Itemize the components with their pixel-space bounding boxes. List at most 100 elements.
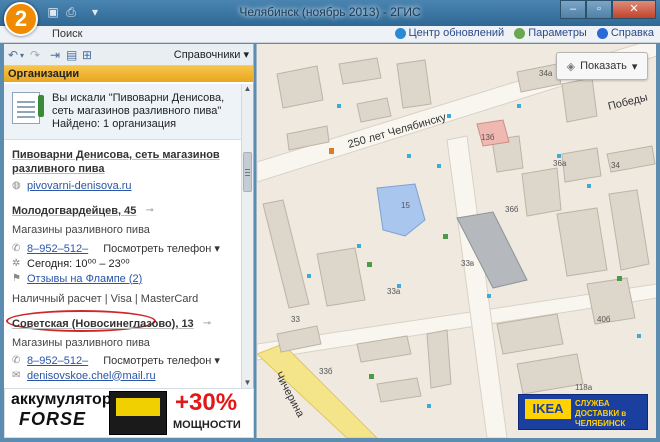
search-query: Вы искали "Пивоварни Денисова, сеть мага… — [52, 92, 225, 117]
website-row: ◍ pivovarni-denisova.ru — [12, 178, 240, 193]
search-tab[interactable]: Поиск — [52, 28, 82, 40]
results-panel: ↶ ▾ ↷ ⇥ ▤ ⊞ Справочники ▾ Организации Вы… — [4, 44, 254, 388]
save-icon[interactable]: ▣ — [46, 5, 60, 19]
flamp-reviews-link[interactable]: Отзывы на Флампе (2) — [27, 273, 142, 285]
directories-label: Справочники — [173, 49, 241, 61]
phone-icon: ✆ — [12, 242, 21, 254]
building-label: 33в — [461, 259, 474, 268]
banner-percent: +30% — [175, 389, 238, 416]
results-content: Пивоварни Денисова, сеть магазинов разли… — [12, 148, 240, 383]
titlebar: 2 ▣ ⎙ ▾ Челябинск (ноябрь 2013) - 2ГИС –… — [0, 0, 660, 36]
directories-dropdown[interactable]: Справочники ▾ — [174, 48, 249, 61]
branch1-hours-row: ✲ Сегодня: 10⁰⁰ – 23⁰⁰ — [12, 256, 240, 271]
battery-image — [109, 391, 167, 435]
branch2-phone[interactable]: 8–952–512– — [27, 355, 88, 367]
show-phone-label: Посмотреть телефон — [103, 355, 212, 367]
building-label: 33б — [319, 367, 333, 376]
settings-link[interactable]: Параметры — [514, 27, 587, 39]
show-phone-label: Посмотреть телефон — [103, 243, 212, 255]
flag-icon: ⚑ — [12, 272, 21, 284]
building-label: 36а — [553, 159, 567, 168]
phone-icon: ✆ — [12, 354, 21, 366]
help-link[interactable]: Справка — [596, 27, 654, 39]
branch2-show-phone[interactable]: Посмотреть телефон ▾ — [103, 354, 220, 367]
branch2-phone-row: ✆ 8–952–512– Посмотреть телефон ▾ — [12, 353, 240, 368]
building-label: 33 — [291, 315, 300, 324]
scroll-down-button[interactable]: ▼ — [242, 378, 253, 388]
website-link[interactable]: pivovarni-denisova.ru — [27, 180, 132, 192]
layers-icon: ◈ — [566, 60, 576, 73]
mail-icon: ✉ — [12, 369, 21, 381]
building-label: 34 — [611, 161, 620, 170]
building-label: 15 — [401, 201, 410, 210]
building-label: 13б — [481, 133, 495, 142]
branch1-reviews-row: ⚑ Отзывы на Флампе (2) — [12, 271, 240, 286]
section-header: Организации — [4, 66, 253, 82]
building-label: 34а — [539, 69, 553, 78]
app-logo[interactable]: 2 — [4, 2, 38, 36]
ad-banner-forse[interactable]: аккумулятор FORSE +30% МОЩНОСТИ — [4, 388, 254, 438]
thumb-grip — [245, 169, 250, 170]
branch1-phone-row: ✆ 8–952–512– Посмотреть телефон ▾ — [12, 241, 240, 256]
list-icon[interactable]: ▤ — [66, 48, 77, 62]
window-controls: – ▫ ✕ — [560, 0, 656, 19]
minimize-button[interactable]: – — [560, 0, 586, 19]
help-label: Справка — [610, 27, 654, 39]
search-summary: Вы искали "Пивоварни Денисова, сеть мага… — [4, 84, 242, 140]
branch2-email[interactable]: denisovskoe.chel@mail.ru — [27, 370, 156, 382]
building-label: 36б — [505, 205, 519, 214]
ad-banner-ikea[interactable]: IKEA СЛУЖБА ДОСТАВКИ в ЧЕЛЯБИНСК — [518, 394, 648, 430]
branch2-address[interactable]: Советская (Новосинеглазово), 13 — [12, 318, 194, 330]
pin-icon[interactable]: ⊸ — [145, 205, 153, 216]
show-label: Показать — [580, 60, 627, 72]
clock-icon: ✲ — [12, 257, 21, 269]
banner-line1: аккумулятор — [11, 391, 112, 408]
refresh-icon — [394, 27, 406, 39]
show-layers-button[interactable]: ◈ Показать ▾ — [556, 52, 648, 80]
banner-line2: FORSE — [19, 409, 87, 429]
panel-toolbar: ↶ ▾ ↷ ⇥ ▤ ⊞ Справочники ▾ — [4, 44, 253, 66]
chevron-down-icon: ▾ — [631, 60, 638, 73]
menu-right: Центр обновлений Параметры Справка — [394, 27, 654, 39]
branch1-phone[interactable]: 8–952–512– — [27, 243, 88, 255]
window-title: Челябинск (ноябрь 2013) - 2ГИС — [239, 5, 421, 19]
back-dropdown-icon[interactable]: ▾ — [20, 51, 24, 60]
found-count: Найдено: 1 организация — [52, 118, 177, 130]
banner-power: МОЩНОСТИ — [173, 419, 241, 431]
updates-label: Центр обновлений — [408, 27, 505, 39]
map-canvas: 250 лет Челябинску Победы Чичерина 34а 1… — [257, 44, 656, 438]
pin-toolbar-icon[interactable]: ⇥ — [50, 48, 60, 62]
branch1-show-phone[interactable]: Посмотреть телефон ▾ — [103, 242, 220, 255]
columns-icon[interactable]: ⊞ — [82, 48, 92, 62]
branch1-payment: Наличный расчет | Visa | MasterCard — [12, 292, 199, 305]
forward-icon[interactable]: ↷ — [30, 48, 40, 62]
gear-icon — [514, 27, 526, 39]
ikea-logo: IKEA — [525, 399, 571, 419]
settings-label: Параметры — [528, 27, 587, 39]
branch1-hours: Сегодня: 10⁰⁰ – 23⁰⁰ — [27, 258, 130, 270]
print-icon[interactable]: ⎙ — [64, 5, 78, 19]
branch1-header: Молодогвардейцев, 45 ⊸ — [12, 203, 240, 218]
help-icon — [596, 27, 608, 39]
branch1-address[interactable]: Молодогвардейцев, 45 — [12, 205, 136, 217]
menubar: Поиск Центр обновлений Параметры Справка — [0, 26, 660, 43]
maximize-button[interactable]: ▫ — [586, 0, 612, 19]
branch2-category: Магазины разливного пива — [12, 336, 150, 349]
back-icon[interactable]: ↶ — [8, 48, 18, 62]
updates-center-link[interactable]: Центр обновлений — [394, 27, 505, 39]
ikea-text: СЛУЖБА ДОСТАВКИ в ЧЕЛЯБИНСК — [575, 399, 627, 428]
branch2-email-row: ✉ denisovskoe.chel@mail.ru — [12, 368, 240, 383]
dropdown-icon[interactable]: ▾ — [88, 5, 102, 19]
pin-icon[interactable]: ⊸ — [203, 318, 211, 329]
scroll-up-button[interactable]: ▲ — [242, 84, 253, 94]
scrollbar[interactable]: ▲ ▼ — [241, 84, 253, 388]
map-view[interactable]: 250 лет Челябинску Победы Чичерина 34а 1… — [256, 44, 656, 438]
scroll-thumb[interactable] — [243, 152, 252, 192]
branch2-header: Советская (Новосинеглазово), 13 ⊸ — [12, 316, 240, 331]
search-summary-text: Вы искали "Пивоварни Денисова, сеть мага… — [52, 92, 242, 131]
org-title[interactable]: Пивоварни Денисова, сеть магазинов разли… — [12, 148, 240, 176]
close-button[interactable]: ✕ — [612, 0, 656, 19]
building-label: 33а — [387, 287, 401, 296]
branch1-category: Магазины разливного пива — [12, 223, 150, 236]
notepad-icon — [12, 92, 44, 124]
